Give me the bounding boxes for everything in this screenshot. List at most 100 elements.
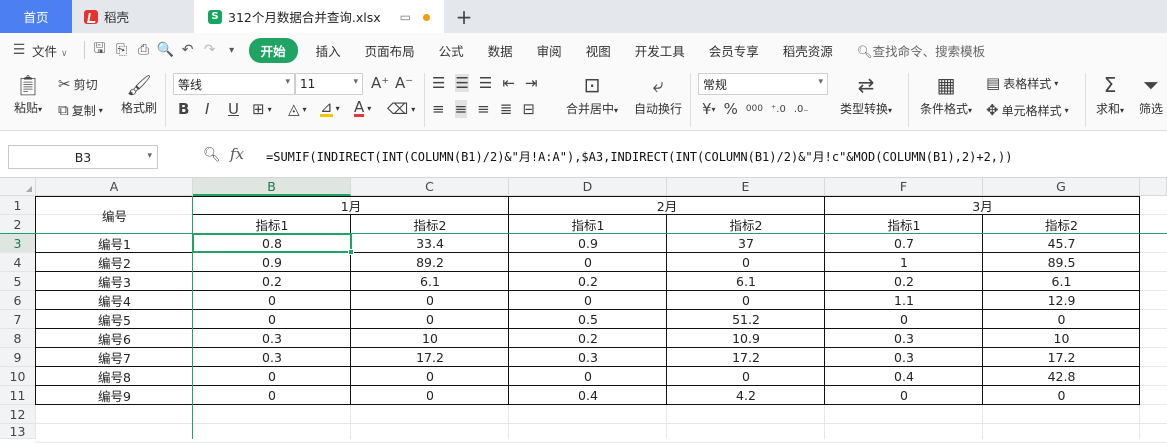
- fill-color-alt-button[interactable]: ⊿ ▾: [320, 100, 340, 117]
- data-cell[interactable]: 4.2: [667, 386, 825, 405]
- row-header-13[interactable]: 13: [0, 424, 36, 439]
- menu-developer[interactable]: 开发工具: [623, 41, 697, 60]
- data-cell[interactable]: 0: [509, 291, 667, 310]
- data-cell[interactable]: 0.2: [193, 272, 351, 291]
- row-header-8[interactable]: 8: [0, 329, 36, 348]
- copy-button[interactable]: ⧉ 复制 ▾: [58, 101, 103, 119]
- font-name-select[interactable]: 等线 ▾: [173, 73, 295, 95]
- menu-docer-resources[interactable]: 稻壳资源: [771, 41, 845, 60]
- row-header-9[interactable]: 9: [0, 348, 36, 367]
- row-label-cell[interactable]: 编号7: [36, 348, 193, 367]
- menu-insert[interactable]: 插入: [304, 41, 353, 60]
- data-cell[interactable]: 0.2: [509, 329, 667, 348]
- align-middle-icon[interactable]: ☰: [455, 74, 469, 92]
- data-cell[interactable]: 0.2: [825, 272, 983, 291]
- fill-handle[interactable]: [348, 249, 354, 255]
- indicator-header[interactable]: 指标1: [193, 215, 351, 234]
- data-cell[interactable]: 6.1: [351, 272, 509, 291]
- undo-icon[interactable]: ↶: [177, 42, 199, 58]
- row-label-cell[interactable]: 编号2: [36, 253, 193, 272]
- redo-icon[interactable]: ↷: [199, 42, 221, 58]
- align-top-icon[interactable]: ☰: [432, 74, 445, 92]
- zoom-icon[interactable]: 🔍︎: [203, 147, 221, 163]
- font-size-select[interactable]: 11 ▾: [295, 73, 363, 95]
- row-label-cell[interactable]: 编号8: [36, 367, 193, 386]
- conditional-format-button[interactable]: ▦ 条件格式▾: [920, 73, 972, 117]
- indent-decrease-icon[interactable]: ⇤: [502, 74, 515, 92]
- table-style-button[interactable]: ▤ 表格样式 ▾: [986, 74, 1058, 92]
- data-cell[interactable]: 17.2: [351, 348, 509, 367]
- fill-color-button[interactable]: ◬ ▾: [288, 100, 307, 118]
- decrease-decimal-icon[interactable]: .0₋: [794, 104, 809, 115]
- data-cell[interactable]: 0: [193, 367, 351, 386]
- cut-button[interactable]: ✂ 剪切: [58, 75, 98, 93]
- indicator-header[interactable]: 指标1: [825, 215, 983, 234]
- menu-view[interactable]: 视图: [574, 41, 623, 60]
- save-icon[interactable]: 🖫: [89, 38, 111, 62]
- row-header-3[interactable]: 3: [0, 234, 36, 253]
- type-convert-button[interactable]: ⇄ 类型转换▾: [840, 73, 892, 117]
- data-cell[interactable]: 10: [983, 329, 1140, 348]
- indicator-header[interactable]: 指标2: [667, 215, 825, 234]
- row-header-4[interactable]: 4: [0, 253, 36, 272]
- row-header-10[interactable]: 10: [0, 367, 36, 386]
- print-icon[interactable]: ⎙: [133, 42, 155, 58]
- row-label-cell[interactable]: 编号1: [36, 234, 193, 253]
- column-header-c[interactable]: C: [351, 178, 509, 196]
- data-cell[interactable]: 0: [667, 253, 825, 272]
- data-cell[interactable]: 0: [825, 310, 983, 329]
- insert-function-button[interactable]: fx: [230, 145, 244, 163]
- data-cell[interactable]: 6.1: [667, 272, 825, 291]
- cell-style-button[interactable]: ✥ 单元格样式 ▾: [986, 101, 1069, 119]
- data-cell[interactable]: 89.2: [351, 253, 509, 272]
- data-cell[interactable]: 45.7: [983, 234, 1140, 253]
- menu-member[interactable]: 会员专享: [697, 41, 771, 60]
- month-header-2[interactable]: 2月: [509, 196, 825, 215]
- data-cell[interactable]: 0: [667, 291, 825, 310]
- month-header-3[interactable]: 3月: [825, 196, 1140, 215]
- row-header-6[interactable]: 6: [0, 291, 36, 310]
- justify-icon[interactable]: ≣: [500, 100, 513, 118]
- tab-docer[interactable]: 稻壳: [72, 0, 194, 33]
- row-label-cell[interactable]: 编号3: [36, 272, 193, 291]
- row-label-cell[interactable]: 编号5: [36, 310, 193, 329]
- row-header-7[interactable]: 7: [0, 310, 36, 329]
- data-cell[interactable]: 12.9: [983, 291, 1140, 310]
- currency-icon[interactable]: ¥ ▾: [702, 100, 716, 118]
- column-header-a[interactable]: A: [36, 178, 193, 196]
- cell-a1-merged[interactable]: 编号: [36, 196, 193, 234]
- menu-formulas[interactable]: 公式: [427, 41, 476, 60]
- data-cell[interactable]: 42.8: [983, 367, 1140, 386]
- clear-button[interactable]: ⌫ ▾: [387, 100, 415, 118]
- data-cell[interactable]: 33.4: [351, 234, 509, 253]
- data-cell[interactable]: 1: [825, 253, 983, 272]
- row-label-cell[interactable]: 编号4: [36, 291, 193, 310]
- indicator-header[interactable]: 指标2: [351, 215, 509, 234]
- menu-file[interactable]: 文件 ∨: [30, 41, 80, 60]
- data-cell[interactable]: 0: [351, 310, 509, 329]
- data-cell[interactable]: 0: [351, 291, 509, 310]
- formula-input[interactable]: =SUMIF(INDIRECT(INT(COLUMN(B1)/2)&"月!A:A…: [266, 148, 1012, 165]
- data-cell[interactable]: 37: [667, 234, 825, 253]
- distributed-icon[interactable]: ⊟: [522, 100, 535, 118]
- menu-data[interactable]: 数据: [476, 41, 525, 60]
- data-cell[interactable]: 17.2: [667, 348, 825, 367]
- menu-start[interactable]: 开始: [248, 37, 298, 63]
- indent-increase-icon[interactable]: ⇥: [525, 74, 538, 92]
- row-header-5[interactable]: 5: [0, 272, 36, 291]
- data-cell[interactable]: 0: [193, 310, 351, 329]
- font-color-button[interactable]: A ▾: [354, 100, 371, 117]
- row-header-2[interactable]: 2: [0, 215, 36, 234]
- spreadsheet-grid[interactable]: ◢ A B C D E F G 1 2 3 4 5 6 7 8 9 10 11 12 13 编号 1月 2月 3月 指标1 指标2 指…: [0, 178, 1167, 443]
- data-cell[interactable]: 0: [983, 310, 1140, 329]
- column-header-e[interactable]: E: [667, 178, 825, 196]
- unsaved-dot-icon[interactable]: [423, 13, 430, 21]
- column-header-d[interactable]: D: [509, 178, 667, 196]
- format-painter-button[interactable]: 🖌︎ 格式刷: [121, 73, 157, 116]
- data-cell[interactable]: 0: [193, 291, 351, 310]
- tab-file[interactable]: S 312个月数据合并查询.xlsx ▭: [194, 0, 444, 33]
- sum-button[interactable]: Σ 求和▾: [1096, 73, 1124, 117]
- align-left-icon[interactable]: ≡: [432, 100, 445, 118]
- data-cell[interactable]: 0: [825, 386, 983, 405]
- menu-page-layout[interactable]: 页面布局: [353, 41, 427, 60]
